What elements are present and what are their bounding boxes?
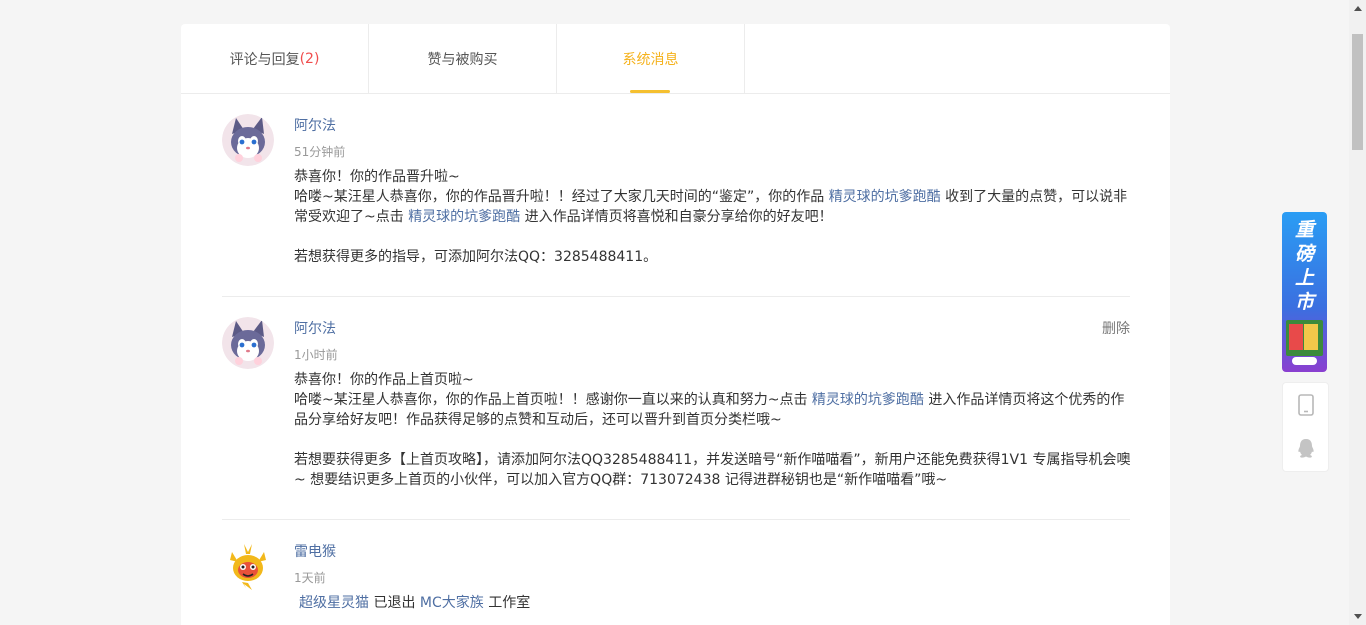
sender-name[interactable]: 阿尔法 — [294, 115, 1130, 137]
sender-name[interactable]: 阿尔法 — [294, 318, 1130, 340]
caret-up-icon — [1353, 6, 1362, 11]
message-text: 超级星灵猫 已退出 MC大家族 工作室 — [294, 593, 1130, 613]
monkey-avatar-icon — [222, 540, 274, 592]
text-segment: 工作室 — [483, 595, 531, 611]
avatar[interactable] — [222, 540, 274, 592]
tab-label: 赞与被购买 — [427, 51, 498, 68]
work-link[interactable]: 精灵球的坑爹跑酷 — [408, 209, 520, 225]
promo-char: 重 — [1294, 219, 1314, 241]
message-time: 1天前 — [294, 571, 326, 585]
text-segment: 进入作品详情页将喜悦和自豪分享给你的好友吧！ — [520, 209, 833, 225]
promo-banner[interactable]: 重 磅 上 市 — [1282, 212, 1327, 372]
message-tabs: 评论与回复 (2) 赞与被购买 系统消息 — [181, 24, 1170, 94]
scroll-up-arrow-icon[interactable] — [1349, 0, 1366, 17]
message-title: 恭喜你！你的作品晋升啦~ — [294, 169, 460, 185]
text-segment: 已退出 — [369, 595, 420, 611]
sender-name[interactable]: 雷电猴 — [294, 541, 1130, 563]
studio-link[interactable]: MC大家族 — [420, 595, 484, 611]
message-time: 1小时前 — [294, 348, 338, 362]
promo-text: 重 磅 上 市 — [1282, 218, 1327, 314]
scroll-down-arrow-icon[interactable] — [1349, 608, 1366, 625]
message-text: 哈喽~某汪星人恭喜你，你的作品上首页啦！！感谢你一直以来的认真和努力~点击 精灵… — [294, 390, 1134, 430]
scrollbar-thumb[interactable] — [1352, 34, 1363, 150]
tab-comments-replies[interactable]: 评论与回复 (2) — [181, 24, 369, 93]
user-link[interactable]: 超级星灵猫 — [299, 595, 369, 611]
tab-system-messages[interactable]: 系统消息 — [557, 24, 745, 93]
tab-label: 系统消息 — [622, 51, 679, 68]
unread-count: (2) — [299, 50, 320, 67]
work-link[interactable]: 精灵球的坑爹跑酷 — [812, 392, 924, 408]
promo-char: 磅 — [1294, 243, 1314, 265]
side-toolbar — [1282, 382, 1329, 472]
message-list: 阿尔法 51分钟前 恭喜你！你的作品晋升啦~ 哈喽~某汪星人恭喜你，你的作品晋升… — [181, 94, 1170, 625]
message-text: 哈喽~某汪星人恭喜你，你的作品晋升啦！！经过了大家几天时间的“鉴定”，你的作品 … — [294, 187, 1134, 227]
tab-likes-purchases[interactable]: 赞与被购买 — [369, 24, 557, 93]
message-title: 恭喜你！你的作品上首页啦~ — [294, 372, 474, 388]
message-body: 恭喜你！你的作品晋升啦~ 哈喽~某汪星人恭喜你，你的作品晋升啦！！经过了大家几天… — [294, 167, 1134, 267]
qq-button[interactable] — [1283, 427, 1328, 471]
list-item: 阿尔法 51分钟前 恭喜你！你的作品晋升啦~ 哈喽~某汪星人恭喜你，你的作品晋升… — [222, 94, 1130, 297]
avatar[interactable] — [222, 317, 274, 369]
list-item: 阿尔法 删除 1小时前 恭喜你！你的作品上首页啦~ 哈喽~某汪星人恭喜你，你的作… — [222, 297, 1130, 520]
work-link[interactable]: 精灵球的坑爹跑酷 — [829, 189, 941, 205]
cat-avatar-icon — [222, 317, 274, 369]
text-segment: 哈喽~某汪星人恭喜你，你的作品晋升啦！！经过了大家几天时间的“鉴定”，你的作品 — [294, 189, 829, 205]
mobile-app-button[interactable] — [1283, 383, 1328, 427]
message-footer-text: 若想获得更多的指导，可添加阿尔法QQ：3285488411。 — [294, 249, 658, 265]
cat-avatar-icon — [222, 114, 274, 166]
page: 评论与回复 (2) 赞与被购买 系统消息 阿尔法 51分钟前 恭喜你！你的作品晋… — [0, 0, 1366, 625]
message-body: 恭喜你！你的作品上首页啦~ 哈喽~某汪星人恭喜你，你的作品上首页啦！！感谢你一直… — [294, 370, 1134, 490]
qq-penguin-icon — [1297, 439, 1314, 458]
delete-button[interactable]: 删除 — [1102, 318, 1130, 338]
message-center-card: 评论与回复 (2) 赞与被购买 系统消息 阿尔法 51分钟前 恭喜你！你的作品晋… — [181, 24, 1170, 625]
mobile-icon — [1297, 394, 1314, 416]
message-time: 51分钟前 — [294, 145, 346, 159]
text-segment: 哈喽~某汪星人恭喜你，你的作品上首页啦！！感谢你一直以来的认真和努力~点击 — [294, 392, 812, 408]
list-item: 雷电猴 1天前 超级星灵猫 已退出 MC大家族 工作室 — [222, 520, 1130, 625]
promo-char: 市 — [1294, 291, 1314, 313]
caret-down-icon — [1353, 614, 1362, 619]
page-scrollbar[interactable] — [1349, 0, 1366, 625]
message-footer-text: 若想要获得更多【上首页攻略】，请添加阿尔法QQ3285488411，并发送暗号“… — [294, 452, 1131, 488]
promo-char: 上 — [1294, 267, 1314, 289]
tab-label: 评论与回复 — [229, 51, 300, 68]
avatar[interactable] — [222, 114, 274, 166]
